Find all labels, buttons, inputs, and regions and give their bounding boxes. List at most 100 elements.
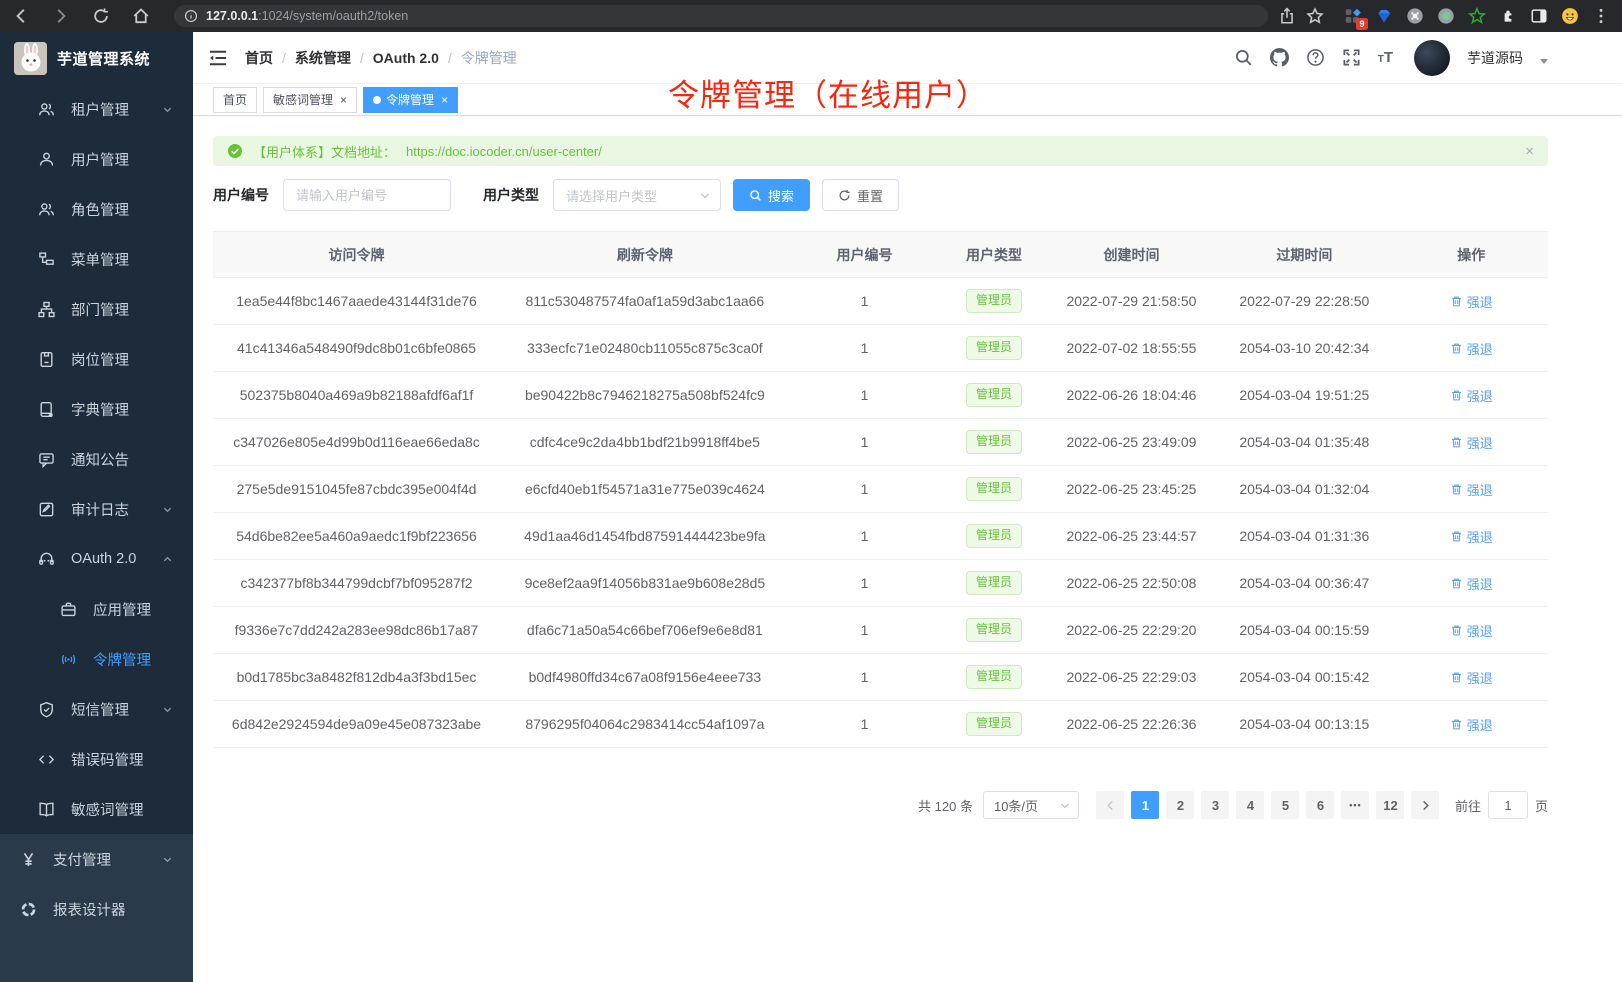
sidebar-item-tenant[interactable]: 租户管理 — [0, 84, 193, 134]
github-icon[interactable] — [1270, 48, 1289, 67]
extension-star-icon[interactable] — [1468, 7, 1486, 25]
sidebar-item-audit-log[interactable]: 审计日志 — [0, 484, 193, 534]
share-icon[interactable] — [1278, 7, 1296, 25]
access-token-cell: 54d6be82ee5a460a9aedc1f9bf223656 — [213, 513, 500, 560]
next-page-button[interactable] — [1411, 791, 1439, 819]
user-id-input[interactable] — [283, 179, 451, 211]
tab-home[interactable]: 首页 — [213, 87, 257, 113]
user-id-cell: 1 — [790, 701, 940, 748]
actions-cell: 强退 — [1394, 513, 1548, 560]
close-icon[interactable]: × — [441, 94, 448, 106]
refresh-token-cell: be90422b8c7946218275a508bf524fc9 — [500, 372, 790, 419]
bookmark-star-icon[interactable] — [1306, 7, 1324, 25]
prev-page-button[interactable] — [1096, 791, 1124, 819]
page-button-12[interactable]: 12 — [1376, 791, 1404, 819]
table-row: 54d6be82ee5a460a9aedc1f9bf223656 49d1aa4… — [213, 513, 1548, 560]
sidebar-item-pay[interactable]: 支付管理 — [0, 834, 193, 884]
refresh-token-cell: 8796295f04064c2983414cc54af1097a — [500, 701, 790, 748]
sidebar-item-dept[interactable]: 部门管理 — [0, 284, 193, 334]
page-button-5[interactable]: 5 — [1271, 791, 1299, 819]
tab-token[interactable]: 令牌管理× — [363, 87, 458, 113]
font-size-icon[interactable]: TT — [1378, 50, 1393, 65]
avatar[interactable] — [1414, 40, 1450, 76]
address-bar[interactable]: 127.0.0.1:1024/system/oauth2/token — [174, 5, 1268, 27]
fullscreen-icon[interactable] — [1342, 48, 1361, 67]
page-button-6[interactable]: 6 — [1306, 791, 1334, 819]
extension-gem-icon[interactable] — [1375, 7, 1393, 25]
page-size-select[interactable]: 10条/页 — [983, 791, 1079, 819]
hamburger-icon[interactable] — [208, 48, 228, 68]
side-panel-icon[interactable] — [1530, 7, 1548, 25]
force-logout-button[interactable]: 强退 — [1450, 574, 1493, 593]
caret-down-icon[interactable] — [1540, 59, 1548, 64]
actions-cell: 强退 — [1394, 278, 1548, 325]
close-icon[interactable]: × — [340, 94, 347, 106]
force-logout-button[interactable]: 强退 — [1450, 668, 1493, 687]
force-logout-button[interactable]: 强退 — [1450, 292, 1493, 311]
browser-menu-icon[interactable] — [1592, 7, 1610, 25]
search-button[interactable]: 搜索 — [733, 179, 810, 211]
roles-icon — [38, 201, 55, 218]
sidebar-item-oauth2-token[interactable]: 令牌管理 — [0, 634, 193, 684]
force-logout-button[interactable]: 强退 — [1450, 433, 1493, 452]
sidebar-item-oauth2[interactable]: OAuth 2.0 — [0, 534, 193, 584]
sidebar-item-report-designer[interactable]: 报表设计器 — [0, 884, 193, 934]
force-logout-button[interactable]: 强退 — [1450, 339, 1493, 358]
user-name[interactable]: 芋道源码 — [1467, 48, 1523, 68]
extension-command-icon[interactable] — [1406, 7, 1424, 25]
sidebar-item-role[interactable]: 角色管理 — [0, 184, 193, 234]
user-type-badge: 管理员 — [966, 524, 1022, 548]
more-pages-button[interactable]: ••• — [1341, 791, 1369, 819]
browser-forward-icon[interactable] — [52, 7, 70, 25]
search-icon — [749, 189, 762, 202]
logo-image — [14, 42, 47, 75]
user-type-badge: 管理员 — [966, 712, 1022, 736]
browser-back-icon[interactable] — [12, 7, 30, 25]
page-button-3[interactable]: 3 — [1201, 791, 1229, 819]
sidebar-item-oauth2-app[interactable]: 应用管理 — [0, 584, 193, 634]
sidebar-item-menu[interactable]: 菜单管理 — [0, 234, 193, 284]
page-button-2[interactable]: 2 — [1166, 791, 1194, 819]
extension-record-icon[interactable] — [1437, 7, 1455, 25]
force-logout-button[interactable]: 强退 — [1450, 386, 1493, 405]
token-table-body: 1ea5e44f8bc1467aaede43144f31de76 811c530… — [213, 278, 1548, 748]
access-token-cell: f9336e7c7dd242a283ee98dc86b17a87 — [213, 607, 500, 654]
tab-sensitive-word[interactable]: 敏感词管理× — [263, 87, 357, 113]
sidebar-item-post[interactable]: 岗位管理 — [0, 334, 193, 384]
browser-reload-icon[interactable] — [92, 7, 110, 25]
close-icon[interactable]: × — [1525, 144, 1534, 159]
sidebar-item-errorcode[interactable]: 错误码管理 — [0, 734, 193, 784]
user-type-select[interactable]: 请选择用户类型 — [553, 179, 721, 211]
force-logout-button[interactable]: 强退 — [1450, 480, 1493, 499]
reset-button[interactable]: 重置 — [822, 179, 899, 211]
force-logout-button[interactable]: 强退 — [1450, 715, 1493, 734]
user-type-cell: 管理员 — [939, 372, 1048, 419]
profile-avatar-icon[interactable] — [1561, 7, 1579, 25]
user-id-cell: 1 — [790, 560, 940, 607]
filter-form: 用户编号 用户类型 请选择用户类型 搜索 重置 — [213, 179, 1548, 211]
alert-doc-link[interactable]: https://doc.iocoder.cn/user-center/ — [406, 144, 602, 159]
extension-puzzle-icon[interactable] — [1499, 7, 1517, 25]
sidebar-item-notice[interactable]: 通知公告 — [0, 434, 193, 484]
sidebar-item-sensitive-word[interactable]: 敏感词管理 — [0, 784, 193, 834]
force-logout-button[interactable]: 强退 — [1450, 527, 1493, 546]
goto-page-input[interactable] — [1488, 791, 1528, 819]
sidebar-item-user[interactable]: 用户管理 — [0, 134, 193, 184]
browser-home-icon[interactable] — [132, 7, 150, 25]
alert-text: 【用户体系】文档地址： — [253, 142, 396, 161]
help-icon[interactable] — [1306, 48, 1325, 67]
search-icon[interactable] — [1234, 48, 1253, 67]
access-token-cell: b0d1785bc3a8482f812db4a3f3bd15ec — [213, 654, 500, 701]
app-logo[interactable]: 芋道管理系统 — [0, 32, 193, 84]
breadcrumb-home[interactable]: 首页 — [245, 48, 273, 68]
trash-icon — [1450, 389, 1463, 402]
page-button-4[interactable]: 4 — [1236, 791, 1264, 819]
page-info-icon[interactable] — [184, 9, 198, 23]
page-button-1[interactable]: 1 — [1131, 791, 1159, 819]
extension-squares-icon[interactable]: 9 — [1344, 7, 1362, 25]
force-logout-button[interactable]: 强退 — [1450, 621, 1493, 640]
user-id-cell: 1 — [790, 419, 940, 466]
breadcrumb: 首页 / 系统管理 / OAuth 2.0 / 令牌管理 — [245, 48, 517, 68]
sidebar-item-sms[interactable]: 短信管理 — [0, 684, 193, 734]
sidebar-item-dict[interactable]: 字典管理 — [0, 384, 193, 434]
